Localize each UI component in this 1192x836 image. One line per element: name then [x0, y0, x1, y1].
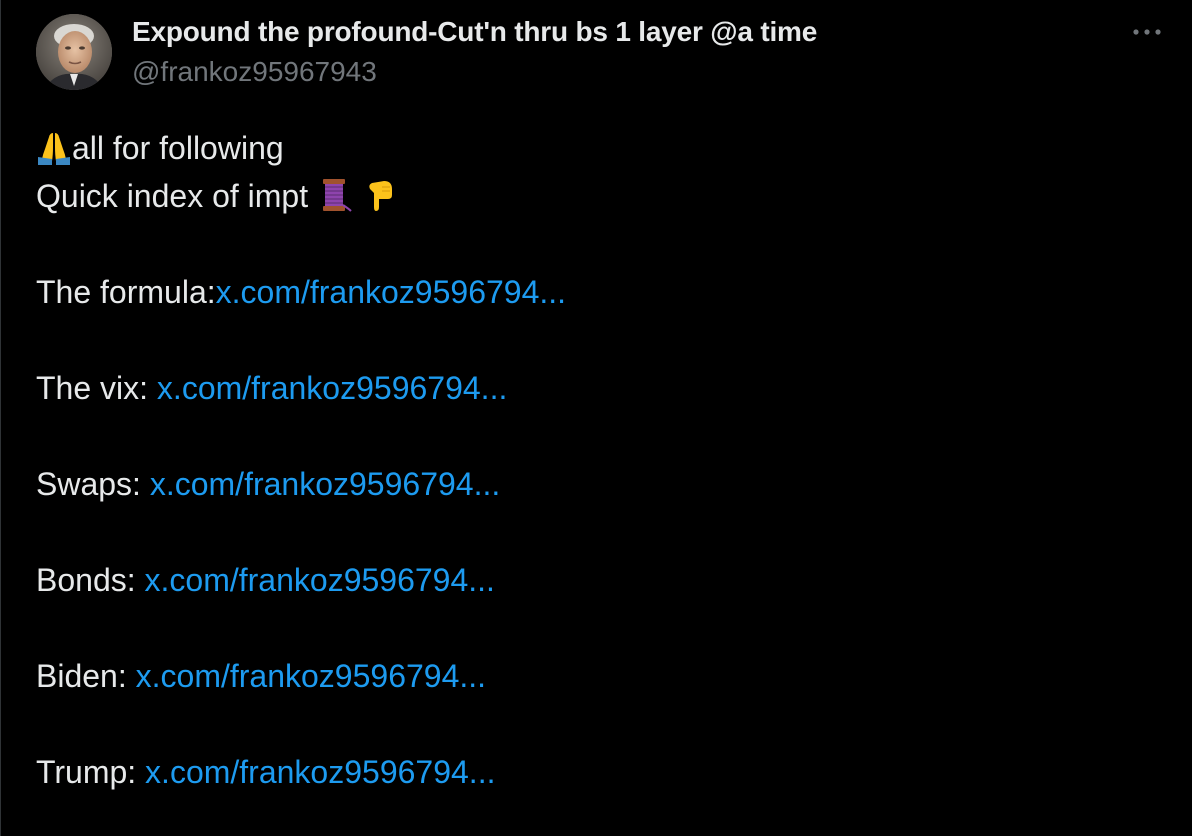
tweet-link[interactable]: x.com/frankoz9596794... [150, 466, 500, 502]
avatar[interactable] [36, 14, 112, 90]
tweet-line-2-text: Quick index of impt [36, 178, 309, 214]
more-options-button[interactable] [1127, 18, 1167, 46]
author-handle[interactable]: @frankoz95967943 [132, 56, 377, 88]
pointing-down-icon [362, 177, 398, 213]
link-label: Bonds: [36, 562, 145, 598]
tweet-link[interactable]: x.com/frankoz9596794... [145, 562, 495, 598]
link-label: Swaps: [36, 466, 150, 502]
profile-photo-icon [36, 14, 112, 90]
link-label: The formula: [36, 274, 216, 310]
tweet-line-1: all for following [36, 124, 1166, 172]
link-line-biden: Biden: x.com/frankoz9596794... [36, 652, 1166, 700]
tweet-line-1-text: all for following [72, 130, 284, 166]
link-label: The vix: [36, 370, 157, 406]
link-line-swaps: Swaps: x.com/frankoz9596794... [36, 460, 1166, 508]
tweet-link[interactable]: x.com/frankoz9596794... [136, 658, 486, 694]
author-display-name[interactable]: Expound the profound-Cut'n thru bs 1 lay… [132, 16, 817, 48]
link-line-trump: Trump: x.com/frankoz9596794... [36, 748, 1166, 796]
tweet-card: Expound the profound-Cut'n thru bs 1 lay… [0, 0, 1192, 836]
tweet-link[interactable]: x.com/frankoz9596794... [157, 370, 507, 406]
thread-spool-icon [317, 177, 353, 213]
tweet-text: all for following Quick index of impt Th… [36, 124, 1166, 796]
link-label: Biden: [36, 658, 136, 694]
more-horizontal-icon [1133, 29, 1161, 35]
link-line-bonds: Bonds: x.com/frankoz9596794... [36, 556, 1166, 604]
link-line-formula: The formula:x.com/frankoz9596794... [36, 268, 1166, 316]
tweet-link[interactable]: x.com/frankoz9596794... [145, 754, 495, 790]
link-line-vix: The vix: x.com/frankoz9596794... [36, 364, 1166, 412]
link-label: Trump: [36, 754, 146, 790]
folded-hands-icon [36, 129, 72, 165]
tweet-line-2: Quick index of impt [36, 172, 1166, 220]
tweet-link[interactable]: x.com/frankoz9596794... [216, 274, 566, 310]
